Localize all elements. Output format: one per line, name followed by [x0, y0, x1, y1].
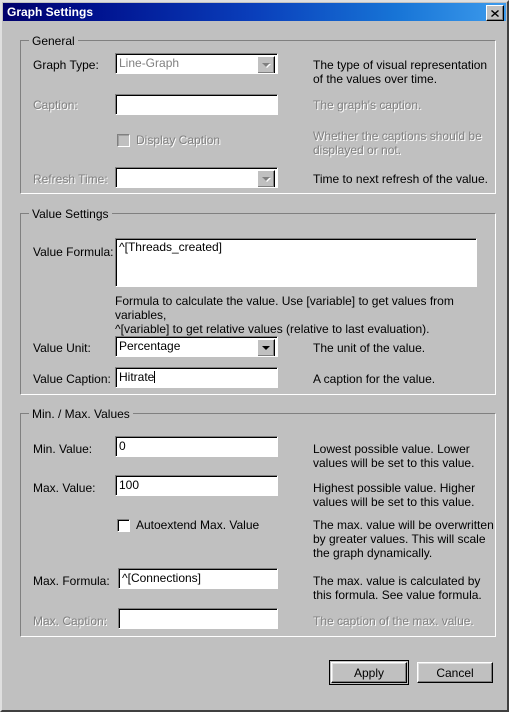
general-group-legend: General [29, 34, 78, 48]
value-formula-value: ^[Threads_created] [119, 240, 223, 254]
caption-description: The graph's caption. [313, 98, 422, 112]
value-unit-value: Percentage [119, 339, 181, 353]
close-glyph [491, 9, 499, 17]
value-unit-combo[interactable]: Percentage [115, 336, 278, 357]
value-unit-dropdown-button[interactable] [257, 339, 275, 356]
min-value-value: 0 [119, 439, 126, 453]
max-formula-description: The max. value is calculated by this for… [313, 574, 482, 602]
display-caption-checkbox-row[interactable]: Display Caption [117, 133, 220, 147]
max-formula-label: Max. Formula: [33, 574, 110, 588]
caption-label: Caption: [33, 98, 78, 112]
value-caption-description: A caption for the value. [313, 372, 436, 386]
max-value-value: 100 [119, 478, 140, 492]
graph-type-dropdown-button[interactable] [257, 56, 275, 73]
refresh-time-dropdown-button[interactable] [257, 170, 275, 187]
min-max-group-legend: Min. / Max. Values [29, 407, 133, 421]
cancel-button[interactable]: Cancel [417, 662, 493, 683]
chevron-down-icon [262, 63, 270, 67]
value-caption-input[interactable]: Hitrate [115, 367, 278, 388]
value-caption-label: Value Caption: [33, 372, 111, 386]
value-caption-value: Hitrate [119, 370, 156, 384]
title-bar[interactable]: Graph Settings [3, 3, 506, 21]
refresh-time-label: Refresh Time: [33, 172, 108, 186]
autoextend-checkbox[interactable] [117, 518, 130, 532]
max-caption-description: The caption of the max. value. [313, 614, 474, 628]
max-formula-value: ^[Connections] [122, 571, 202, 585]
chevron-down-icon [262, 346, 270, 350]
max-caption-label: Max. Caption: [33, 614, 108, 628]
min-value-input[interactable]: 0 [115, 436, 278, 457]
graph-settings-dialog: Graph Settings General Graph Type: Line-… [0, 0, 509, 712]
max-value-label: Max. Value: [33, 481, 96, 495]
refresh-time-description: Time to next refresh of the value. [313, 172, 488, 186]
caption-input[interactable] [115, 94, 278, 115]
value-formula-textarea[interactable]: ^[Threads_created] [115, 238, 477, 287]
window-title: Graph Settings [7, 5, 94, 19]
value-settings-group-legend: Value Settings [29, 207, 112, 221]
display-caption-checkbox[interactable] [117, 133, 130, 147]
value-unit-description: The unit of the value. [313, 341, 426, 355]
graph-type-combo[interactable]: Line-Graph [115, 53, 278, 74]
min-value-label: Min. Value: [33, 442, 93, 456]
close-icon[interactable] [486, 5, 504, 21]
max-value-description: Highest possible value. Higher values wi… [313, 481, 476, 509]
display-caption-label: Display Caption [136, 133, 221, 147]
value-formula-hint: Formula to calculate the value. Use [var… [115, 294, 454, 336]
autoextend-label: Autoextend Max. Value [136, 518, 260, 532]
graph-type-label: Graph Type: [33, 58, 99, 72]
display-caption-description: Whether the captions should be displayed… [313, 129, 482, 157]
min-value-description: Lowest possible value. Lower values will… [313, 442, 475, 470]
graph-type-description: The type of visual representation of the… [313, 58, 488, 86]
max-caption-input[interactable] [118, 608, 278, 629]
chevron-down-icon [262, 177, 270, 181]
max-value-input[interactable]: 100 [115, 475, 278, 496]
value-formula-label: Value Formula: [33, 245, 114, 259]
refresh-time-combo[interactable] [115, 167, 278, 188]
text-cursor [154, 371, 156, 383]
autoextend-checkbox-row[interactable]: Autoextend Max. Value [117, 518, 259, 532]
autoextend-description: The max. value will be overwritten by gr… [313, 518, 494, 560]
value-unit-label: Value Unit: [33, 341, 91, 355]
graph-type-value: Line-Graph [119, 56, 180, 70]
max-formula-input[interactable]: ^[Connections] [118, 568, 278, 589]
apply-button[interactable]: Apply [331, 662, 407, 683]
